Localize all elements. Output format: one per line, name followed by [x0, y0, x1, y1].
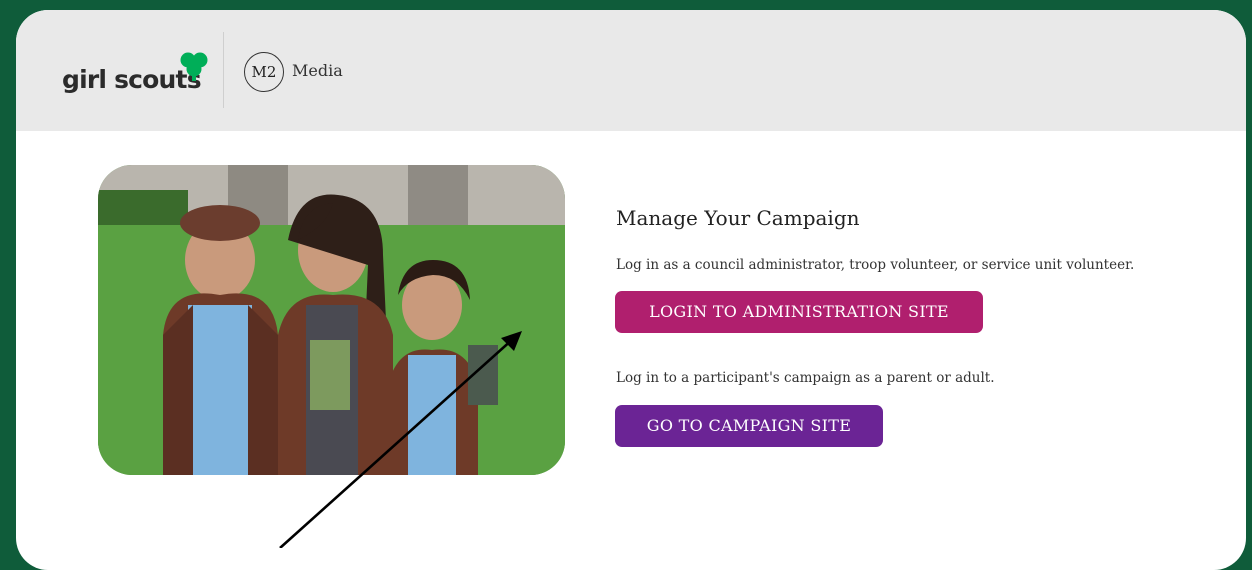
main-card: girl scouts M2 Media Manage Your Campaig… [16, 10, 1246, 570]
page-title: Manage Your Campaign [616, 206, 860, 230]
campaign-description: Log in to a participant's campaign as a … [616, 370, 995, 386]
go-to-campaign-button[interactable]: GO TO CAMPAIGN SITE [615, 405, 883, 447]
site-header: girl scouts M2 Media [16, 10, 1246, 131]
partner-name: Media [292, 61, 343, 80]
m2-logo-text: M2 [251, 63, 277, 81]
girl-scouts-logo[interactable]: girl scouts [62, 48, 208, 92]
trefoil-icon [180, 52, 208, 81]
hero-photo [98, 165, 565, 475]
admin-description: Log in as a council administrator, troop… [616, 257, 1135, 273]
login-admin-button[interactable]: LOGIN TO ADMINISTRATION SITE [615, 291, 983, 333]
header-divider [223, 32, 224, 108]
m2-logo-mark[interactable]: M2 [244, 52, 284, 92]
